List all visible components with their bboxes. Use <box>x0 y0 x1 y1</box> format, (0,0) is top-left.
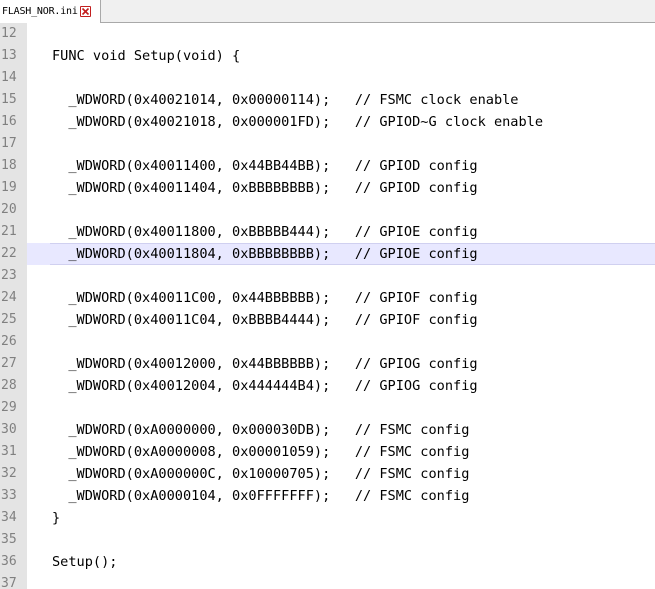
line-number: 16 <box>1 114 17 129</box>
file-tab[interactable]: FLASH_NOR.ini <box>0 0 101 23</box>
code-text: _WDWORD(0x40011404, 0xBBBBBBBB); // GPIO… <box>52 180 478 196</box>
code-line[interactable]: 32 _WDWORD(0xA000000C, 0x10000705); // F… <box>0 463 655 485</box>
code-line[interactable]: 23 <box>0 265 655 287</box>
line-number: 35 <box>1 532 17 547</box>
code-text: _WDWORD(0xA0000104, 0x0FFFFFFF); // FSMC… <box>52 488 470 504</box>
code-line[interactable]: 30 _WDWORD(0xA0000000, 0x000030DB); // F… <box>0 419 655 441</box>
line-number: 22 <box>0 243 27 265</box>
line-number: 15 <box>1 92 17 107</box>
line-number: 30 <box>1 422 17 437</box>
line-number: 21 <box>1 224 17 239</box>
line-number: 19 <box>1 180 17 195</box>
code-text: _WDWORD(0x40012004, 0x444444B4); // GPIO… <box>52 378 478 394</box>
line-number: 12 <box>1 26 17 41</box>
code-line[interactable]: 19 _WDWORD(0x40011404, 0xBBBBBBBB); // G… <box>0 177 655 199</box>
line-number: 36 <box>1 554 17 569</box>
code-text: _WDWORD(0xA0000008, 0x00001059); // FSMC… <box>52 444 470 460</box>
code-line-current[interactable]: 22 _WDWORD(0x40011804, 0xBBBBBBBB); // G… <box>0 243 655 265</box>
code-text: _WDWORD(0x40021014, 0x00000114); // FSMC… <box>52 92 519 108</box>
file-tab-label: FLASH_NOR.ini <box>2 6 78 17</box>
line-number: 26 <box>1 334 17 349</box>
line-number: 18 <box>1 158 17 173</box>
code-text: _WDWORD(0x40011804, 0xBBBBBBBB); // GPIO… <box>52 246 478 262</box>
code-text: _WDWORD(0x40011C00, 0x44BBBBBB); // GPIO… <box>52 290 478 306</box>
tab-bar: FLASH_NOR.ini <box>0 0 655 23</box>
line-number: 14 <box>1 70 17 85</box>
code-line[interactable]: 28 _WDWORD(0x40012004, 0x444444B4); // G… <box>0 375 655 397</box>
code-line[interactable]: 34} <box>0 507 655 529</box>
code-text: _WDWORD(0xA000000C, 0x10000705); // FSMC… <box>52 466 470 482</box>
code-line[interactable]: 27 _WDWORD(0x40012000, 0x44BBBBBB); // G… <box>0 353 655 375</box>
line-number: 31 <box>1 444 17 459</box>
code-line[interactable]: 36 Setup(); <box>0 551 655 573</box>
code-text: Setup(); <box>52 554 118 570</box>
code-text: _WDWORD(0x40011C04, 0xBBBB4444); // GPIO… <box>52 312 478 328</box>
close-icon[interactable] <box>79 6 91 17</box>
code-line[interactable]: 29 <box>0 397 655 419</box>
code-line[interactable]: 13 FUNC void Setup(void) { <box>0 45 655 67</box>
line-number: 20 <box>1 202 17 217</box>
line-number: 34 <box>1 510 17 525</box>
line-number: 27 <box>1 356 17 371</box>
code-text: _WDWORD(0x40012000, 0x44BBBBBB); // GPIO… <box>52 356 478 372</box>
line-number: 29 <box>1 400 17 415</box>
line-number: 17 <box>1 136 17 151</box>
code-line[interactable]: 12 <box>0 23 655 45</box>
code-text: _WDWORD(0x40021018, 0x000001FD); // GPIO… <box>52 114 544 130</box>
code-line[interactable]: 31 _WDWORD(0xA0000008, 0x00001059); // F… <box>0 441 655 463</box>
code-line[interactable]: 18 _WDWORD(0x40011400, 0x44BB44BB); // G… <box>0 155 655 177</box>
line-number: 24 <box>1 290 17 305</box>
line-number: 23 <box>1 268 17 283</box>
code-line[interactable]: 21 _WDWORD(0x40011800, 0xBBBBB444); // G… <box>0 221 655 243</box>
line-number: 28 <box>1 378 17 393</box>
line-number: 13 <box>1 48 17 63</box>
code-line[interactable]: 25 _WDWORD(0x40011C04, 0xBBBB4444); // G… <box>0 309 655 331</box>
code-line[interactable]: 14 <box>0 67 655 89</box>
line-number: 37 <box>1 576 17 589</box>
line-number: 25 <box>1 312 17 327</box>
code-line[interactable]: 17 <box>0 133 655 155</box>
code-text: FUNC void Setup(void) { <box>52 48 241 64</box>
code-line[interactable]: 15 _WDWORD(0x40021014, 0x00000114); // F… <box>0 89 655 111</box>
code-line[interactable]: 37 <box>0 573 655 589</box>
code-text: _WDWORD(0xA0000000, 0x000030DB); // FSMC… <box>52 422 470 438</box>
code-editor[interactable]: 12 13 FUNC void Setup(void) { 14 15 _WDWORD(… <box>0 23 655 589</box>
code-text: } <box>52 510 61 526</box>
code-text: _WDWORD(0x40011800, 0xBBBBB444); // GPIO… <box>52 224 478 240</box>
line-number: 33 <box>1 488 17 503</box>
code-line[interactable]: 26 <box>0 331 655 353</box>
code-text: _WDWORD(0x40011400, 0x44BB44BB); // GPIO… <box>52 158 478 174</box>
code-line[interactable]: 20 <box>0 199 655 221</box>
code-line[interactable]: 24 _WDWORD(0x40011C00, 0x44BBBBBB); // G… <box>0 287 655 309</box>
code-line[interactable]: 33 _WDWORD(0xA0000104, 0x0FFFFFFF); // F… <box>0 485 655 507</box>
line-number: 32 <box>1 466 17 481</box>
code-line[interactable]: 16 _WDWORD(0x40021018, 0x000001FD); // G… <box>0 111 655 133</box>
code-line[interactable]: 35 <box>0 529 655 551</box>
